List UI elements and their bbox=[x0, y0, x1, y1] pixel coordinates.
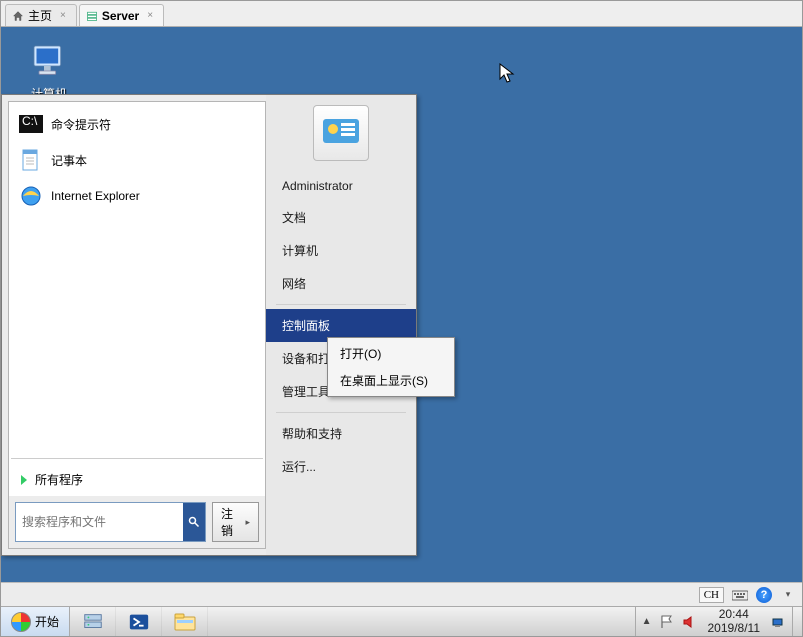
tray-time: 20:44 bbox=[708, 608, 761, 621]
remote-desktop[interactable]: 计算机 C:\ 命令提示符 记事本 bbox=[1, 27, 802, 582]
server-icon bbox=[86, 10, 98, 22]
computer-icon bbox=[29, 41, 69, 81]
tray-date: 2019/8/11 bbox=[708, 622, 761, 635]
context-menu: 打开(O) 在桌面上显示(S) bbox=[327, 337, 455, 397]
tray-overflow-icon[interactable]: ▲ bbox=[642, 616, 652, 627]
ime-keyboard-icon[interactable] bbox=[732, 587, 748, 603]
pinned-server-manager[interactable] bbox=[70, 607, 116, 636]
search-button[interactable] bbox=[183, 503, 205, 541]
logoff-button[interactable]: 注销 ▸ bbox=[212, 502, 259, 542]
divider bbox=[276, 412, 406, 413]
close-icon[interactable]: × bbox=[147, 10, 153, 21]
ime-options-chevron-icon[interactable]: ▾ bbox=[780, 587, 796, 603]
svg-text:C:\: C:\ bbox=[22, 114, 38, 128]
show-desktop-button[interactable] bbox=[792, 607, 802, 636]
right-item-computer[interactable]: 计算机 bbox=[266, 234, 416, 267]
notepad-icon bbox=[19, 148, 43, 172]
start-menu-right-pane: Administrator 文档 计算机 网络 控制面板 设备和打印机 管理工具… bbox=[266, 95, 416, 555]
ctx-open[interactable]: 打开(O) bbox=[330, 340, 452, 367]
pinned-powershell[interactable] bbox=[116, 607, 162, 636]
tab-label: 主页 bbox=[28, 7, 52, 24]
program-item-label: Internet Explorer bbox=[51, 189, 140, 203]
tray-flag-icon[interactable] bbox=[660, 615, 674, 629]
tab-label: Server bbox=[102, 9, 139, 23]
close-icon[interactable]: × bbox=[60, 10, 66, 21]
app-tab-bar: 主页 × Server × bbox=[1, 1, 802, 27]
divider bbox=[11, 458, 263, 459]
mouse-cursor bbox=[499, 63, 515, 88]
start-menu-left-pane: C:\ 命令提示符 记事本 Internet Ex bbox=[8, 101, 266, 549]
pinned-explorer[interactable] bbox=[162, 607, 208, 636]
start-search-row: 注销 ▸ bbox=[9, 496, 265, 548]
home-icon bbox=[12, 10, 24, 22]
logoff-label: 注销 bbox=[221, 505, 241, 539]
windows-orb-icon bbox=[11, 612, 31, 632]
taskbar: 开始 ▲ 20:44 2019/8/11 bbox=[1, 606, 802, 636]
ime-bar: CH ? ▾ bbox=[1, 582, 802, 606]
start-label: 开始 bbox=[35, 613, 59, 630]
desktop-icon-computer[interactable]: 计算机 bbox=[19, 41, 79, 102]
tray-clock[interactable]: 20:44 2019/8/11 bbox=[704, 608, 765, 634]
right-item-run[interactable]: 运行... bbox=[266, 450, 416, 483]
divider bbox=[276, 304, 406, 305]
right-item-help[interactable]: 帮助和支持 bbox=[266, 417, 416, 450]
user-picture[interactable] bbox=[313, 105, 369, 161]
program-item-ie[interactable]: Internet Explorer bbox=[9, 178, 265, 214]
program-item-notepad[interactable]: 记事本 bbox=[9, 142, 265, 178]
ctx-show-on-desktop[interactable]: 在桌面上显示(S) bbox=[330, 367, 452, 394]
program-item-cmd[interactable]: C:\ 命令提示符 bbox=[9, 106, 265, 142]
all-programs-button[interactable]: 所有程序 bbox=[9, 463, 265, 496]
right-item-network[interactable]: 网络 bbox=[266, 267, 416, 300]
program-item-label: 记事本 bbox=[51, 152, 87, 169]
start-button[interactable]: 开始 bbox=[1, 607, 70, 636]
start-menu: C:\ 命令提示符 记事本 Internet Ex bbox=[1, 94, 417, 556]
ie-icon bbox=[19, 184, 43, 208]
arrow-right-icon bbox=[21, 475, 27, 485]
chevron-right-icon[interactable]: ▸ bbox=[245, 517, 250, 528]
tab-home[interactable]: 主页 × bbox=[5, 4, 77, 26]
right-item-documents[interactable]: 文档 bbox=[266, 201, 416, 234]
cmd-icon: C:\ bbox=[19, 112, 43, 136]
tab-server[interactable]: Server × bbox=[79, 4, 164, 26]
search-input[interactable] bbox=[16, 503, 183, 541]
program-item-label: 命令提示符 bbox=[51, 116, 111, 133]
right-item-user[interactable]: Administrator bbox=[266, 171, 416, 201]
system-tray: ▲ 20:44 2019/8/11 bbox=[635, 607, 792, 636]
help-icon[interactable]: ? bbox=[756, 587, 772, 603]
tray-volume-icon[interactable] bbox=[682, 615, 696, 629]
all-programs-label: 所有程序 bbox=[35, 471, 83, 488]
ime-language[interactable]: CH bbox=[699, 587, 724, 603]
tray-network-icon[interactable] bbox=[772, 615, 786, 629]
